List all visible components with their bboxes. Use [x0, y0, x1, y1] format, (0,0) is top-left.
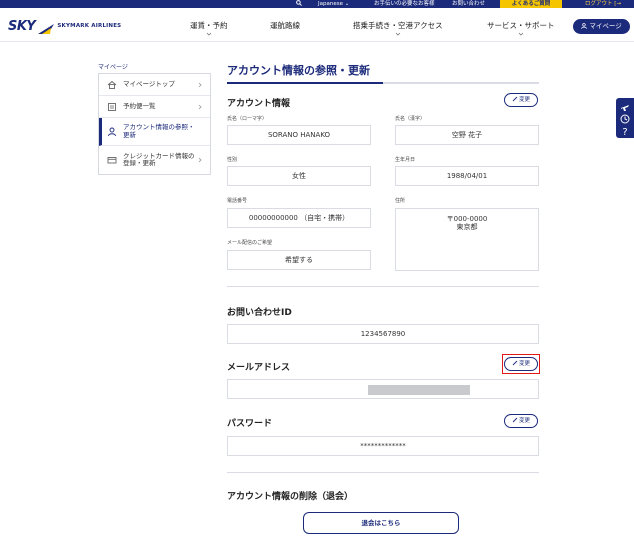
address-value: 〒000-0000 東京都 — [395, 208, 539, 271]
name-kanji-value: 空野 花子 — [395, 125, 539, 145]
main-header: SKY SKYMARK AIRLINES 運賃・予約 運航路線 搭乗手続き・空港… — [0, 8, 634, 42]
language-label: Japanese — [318, 1, 343, 7]
postal-code: 〒000-0000 — [446, 215, 488, 223]
divider — [227, 286, 539, 287]
password-section-title: パスワード — [227, 419, 273, 429]
birthdate-label: 生年月日 — [395, 157, 416, 163]
nav-fare-label: 運賃・予約 — [190, 21, 228, 30]
edit-label: 変更 — [518, 97, 530, 103]
account-section-title: アカウント情報 — [227, 99, 291, 109]
logo-wordmark: SKY — [8, 18, 36, 34]
withdraw-button[interactable]: 退会はこちら — [303, 512, 459, 534]
credit-card-icon — [107, 157, 117, 164]
edit-label: 変更 — [518, 361, 530, 367]
phone-label: 電話番号 — [227, 198, 248, 204]
nav-service-label: サービス・サポート — [487, 21, 555, 30]
chevron-right-icon — [198, 82, 202, 87]
chevron-down-icon — [395, 32, 401, 36]
sidebar-item-label: アカウント情報の参照・更新 — [123, 123, 195, 139]
contact-link[interactable]: お問い合わせ — [452, 0, 485, 8]
gender-value: 女性 — [227, 166, 371, 186]
chevron-right-icon — [198, 157, 202, 163]
email-section-title: メールアドレス — [227, 363, 291, 373]
pencil-icon — [512, 96, 518, 102]
user-icon — [581, 22, 588, 29]
name-roman-value: SORANO HANAKO — [227, 125, 371, 145]
logout-link[interactable]: ログアウト [→ — [585, 0, 621, 8]
sidebar-item-account[interactable]: アカウント情報の参照・更新 — [99, 118, 210, 146]
nav-route-label: 運航路線 — [270, 21, 300, 30]
nav-route[interactable]: 運航路線 — [270, 20, 300, 31]
account-edit-button[interactable]: 変更 — [504, 93, 538, 107]
skymark-logo[interactable]: SKY SKYMARK AIRLINES — [8, 18, 122, 34]
sidebar-item-reservations[interactable]: 予約便一覧 — [99, 96, 210, 118]
clock-icon[interactable] — [620, 114, 630, 124]
gender-label: 性別 — [227, 157, 238, 163]
nav-fare[interactable]: 運賃・予約 — [190, 20, 228, 36]
airplane-icon[interactable] — [620, 102, 630, 112]
name-roman-label: 氏名（ローマ字） — [227, 116, 268, 122]
sidebar-item-mypage-top[interactable]: マイページトップ — [99, 74, 210, 96]
mail-pref-value: 希望する — [227, 250, 371, 270]
masked-email — [368, 385, 470, 395]
sidebar-item-label: マイページトップ — [123, 79, 175, 88]
email-value — [227, 379, 539, 399]
sidebar-item-label: 予約便一覧 — [123, 101, 156, 110]
password-edit-button[interactable]: 変更 — [504, 414, 538, 428]
sidebar-title: マイページ — [98, 64, 128, 71]
inquiry-id-value: 1234567890 — [227, 324, 539, 344]
home-icon — [107, 80, 117, 89]
faq-link[interactable]: よくあるご質問 — [500, 0, 562, 8]
logout-label: ログアウト — [585, 1, 613, 7]
list-icon — [108, 102, 116, 111]
sidebar-item-label: クレジットカード情報の登録・更新 — [123, 151, 195, 167]
name-kanji-label: 氏名（漢字） — [395, 116, 426, 122]
page-title: アカウント情報の参照・更新 — [227, 62, 539, 84]
phone-value: 00000000000 （自宅・携帯） — [227, 208, 371, 228]
prefecture: 東京都 — [456, 223, 478, 231]
assistance-link[interactable]: お手伝いの必要なお客様 — [374, 0, 435, 8]
pencil-icon — [512, 360, 518, 366]
user-icon — [108, 127, 116, 136]
language-selector[interactable]: Japanese ⌄ — [318, 0, 349, 8]
mypage-button[interactable]: マイページ — [573, 19, 630, 34]
edit-label: 変更 — [518, 418, 530, 424]
delete-section-title: アカウント情報の削除（退会） — [227, 492, 354, 502]
chevron-right-icon — [198, 104, 202, 109]
utility-bar: Japanese ⌄ お手伝いの必要なお客様 お問い合わせ よくあるご質問 ログ… — [0, 0, 634, 8]
address-label: 住所 — [395, 198, 406, 204]
nav-boarding-label: 搭乗手続き・空港アクセス — [353, 21, 443, 30]
mail-pref-label: メール配信のご希望 — [227, 240, 273, 246]
mypage-label: マイページ — [589, 22, 622, 30]
sidebar-menu: マイページトップ 予約便一覧 アカウント情報の参照・更新 クレジットカード情報の… — [98, 73, 211, 175]
divider — [227, 472, 539, 473]
email-edit-button[interactable]: 変更 — [504, 357, 538, 371]
pencil-icon — [512, 417, 518, 423]
svg-text:?: ? — [622, 127, 627, 136]
birthdate-value: 1988/04/01 — [395, 166, 539, 186]
chevron-down-icon — [518, 32, 524, 36]
nav-service[interactable]: サービス・サポート — [487, 20, 555, 36]
floating-tools: ? — [616, 98, 634, 138]
logo-airlines-text: SKYMARK AIRLINES — [57, 23, 122, 29]
chevron-down-icon — [206, 32, 212, 36]
nav-boarding[interactable]: 搭乗手続き・空港アクセス — [353, 20, 443, 36]
logo-mark-icon — [38, 20, 55, 34]
sidebar-item-credit-card[interactable]: クレジットカード情報の登録・更新 — [99, 146, 210, 174]
password-value: ************* — [227, 436, 539, 456]
inquiry-section-title: お問い合わせID — [227, 308, 292, 318]
help-icon[interactable]: ? — [620, 126, 630, 136]
